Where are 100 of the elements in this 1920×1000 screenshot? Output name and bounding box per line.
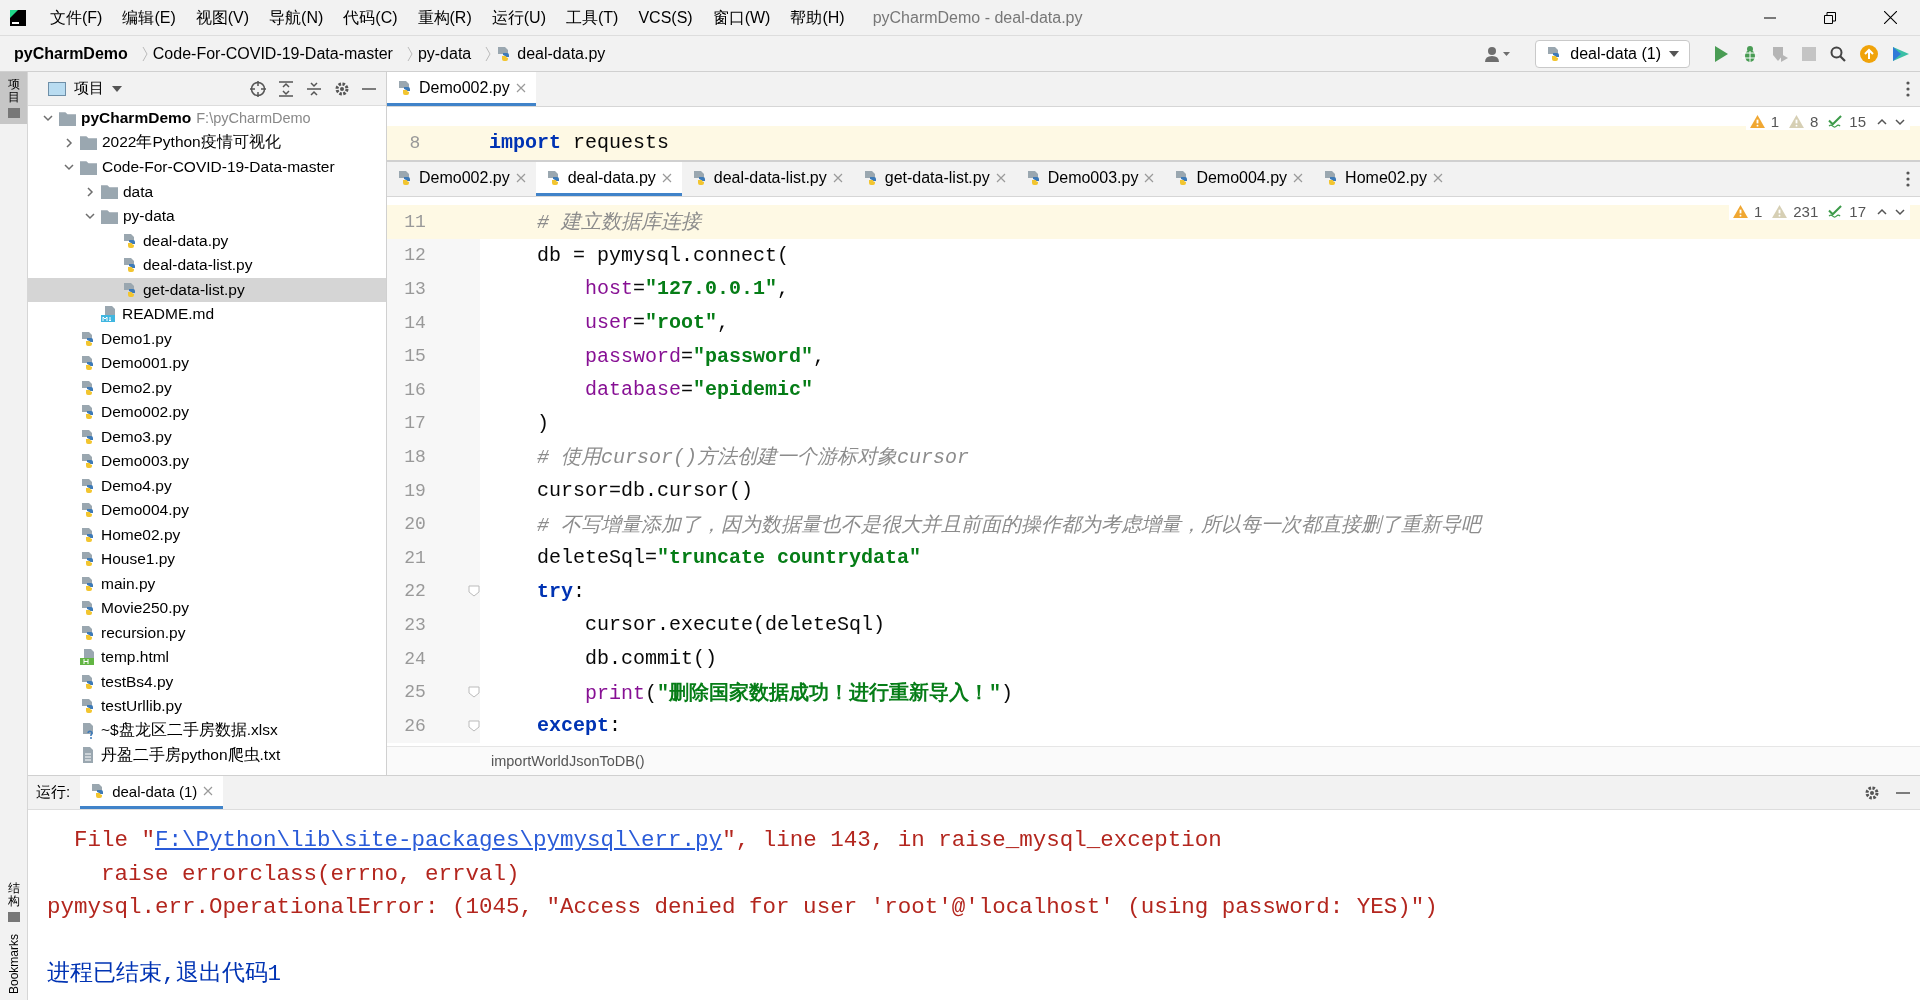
chevron-right-icon[interactable] xyxy=(84,185,96,198)
tree-item[interactable]: Demo001.py xyxy=(28,351,386,376)
tree-item[interactable]: testBs4.py xyxy=(28,669,386,694)
line-number: 22 xyxy=(403,581,427,602)
tool-window-tab[interactable]: 结构 xyxy=(0,875,27,928)
menu-item[interactable]: 运行(U) xyxy=(481,0,556,35)
tool-window-tab[interactable]: Bookmarks xyxy=(0,927,27,1000)
tree-item[interactable]: get-data-list.py xyxy=(28,277,386,302)
check-icon[interactable] xyxy=(1828,205,1844,218)
editor-tab[interactable]: Demo002.py xyxy=(387,72,536,106)
menu-item[interactable]: 代码(C) xyxy=(333,0,408,35)
code-line: password="password", xyxy=(584,344,826,368)
tree-item[interactable]: Home02.py xyxy=(28,522,386,547)
tree-item[interactable]: Code-For-COVID-19-Data-master xyxy=(28,155,386,180)
tree-item[interactable]: deal-data.py xyxy=(28,228,386,253)
caret-icon xyxy=(112,85,122,92)
editor-tab[interactable]: Demo004.py xyxy=(1164,162,1314,196)
tree-item[interactable]: deal-data-list.py xyxy=(28,253,386,278)
line-number: 13 xyxy=(403,279,427,299)
code-breadcrumb[interactable]: importWorldJsonToDB() xyxy=(491,753,645,770)
close-icon[interactable] xyxy=(1883,11,1897,24)
python-file-icon xyxy=(80,428,96,445)
settings-icon[interactable] xyxy=(1864,784,1880,801)
user-icon[interactable] xyxy=(1485,45,1512,62)
tree-item-label: Code-For-COVID-19-Data-master xyxy=(102,158,335,177)
tree-item[interactable]: Demo4.py xyxy=(28,473,386,498)
tree-item[interactable]: temp.html xyxy=(28,645,386,670)
tree-item[interactable]: main.py xyxy=(28,571,386,596)
markdown-file-icon xyxy=(101,306,117,323)
tree-item[interactable]: Demo2.py xyxy=(28,375,386,400)
breadcrumb-item[interactable]: Code-For-COVID-19-Data-master xyxy=(152,44,393,63)
expand-all-icon[interactable] xyxy=(278,80,294,97)
breadcrumb-item[interactable]: pyCharmDemo xyxy=(14,44,128,63)
warning-icon[interactable] xyxy=(1749,115,1765,128)
tree-item[interactable]: pyCharmDemo F:\pyCharmDemo xyxy=(28,106,386,131)
search-icon[interactable] xyxy=(1830,45,1846,62)
python-file-icon xyxy=(691,169,708,186)
menu-item[interactable]: 视图(V) xyxy=(185,0,260,35)
python-file-icon xyxy=(80,526,96,543)
python-file-icon xyxy=(80,673,96,690)
menu-item[interactable]: 文件(F) xyxy=(40,0,113,35)
editor-tab[interactable]: deal-data-list.py xyxy=(681,162,853,196)
menu-item[interactable]: 工具(T) xyxy=(555,0,629,35)
warning-icon[interactable] xyxy=(1732,205,1748,218)
menu-item[interactable]: 导航(N) xyxy=(259,0,334,35)
tree-item[interactable]: Demo003.py xyxy=(28,449,386,474)
code-line: try: xyxy=(536,579,586,603)
tree-item[interactable]: Movie250.py xyxy=(28,596,386,621)
collapse-all-icon[interactable] xyxy=(306,80,322,97)
line-number: 20 xyxy=(403,514,427,535)
tool-window-tab[interactable]: 项目 xyxy=(0,72,27,125)
line-number: 21 xyxy=(403,547,427,568)
tree-item[interactable]: data xyxy=(28,179,386,204)
tree-item-label: Movie250.py xyxy=(101,599,189,618)
python-file-icon xyxy=(862,169,879,186)
file-link[interactable]: F:\Python\lib\site-packages\pymysql\err.py xyxy=(155,827,723,854)
check-icon[interactable] xyxy=(1828,115,1844,128)
tree-item-label: testUrllib.py xyxy=(101,697,182,716)
menu-item[interactable]: 窗口(W) xyxy=(702,0,781,35)
bug-icon[interactable] xyxy=(1742,45,1758,62)
menu-item[interactable]: 帮助(H) xyxy=(780,0,855,35)
more-icon[interactable] xyxy=(1906,81,1910,97)
tree-item[interactable]: testUrllib.py xyxy=(28,694,386,719)
project-view-dropdown[interactable]: 项目 xyxy=(42,78,128,99)
chevron-right-icon[interactable] xyxy=(63,136,75,149)
tree-item[interactable]: ~$盘龙区二手房数据.xlsx xyxy=(28,718,386,743)
logo-icon[interactable] xyxy=(1892,44,1910,63)
menu-item[interactable]: 重构(R) xyxy=(407,0,482,35)
editor-tab[interactable]: Demo003.py xyxy=(1015,162,1165,196)
tree-item[interactable]: recursion.py xyxy=(28,620,386,645)
breadcrumb-item[interactable]: py-data xyxy=(417,44,472,63)
line-number: 18 xyxy=(403,446,427,467)
editor-tab[interactable]: Home02.py xyxy=(1313,162,1453,196)
line-number: 11 xyxy=(403,211,427,232)
tree-item[interactable]: Demo3.py xyxy=(28,424,386,449)
window-icon xyxy=(48,81,66,96)
line-number: 15 xyxy=(403,346,427,367)
line-number: 24 xyxy=(403,648,427,669)
editor-tab[interactable]: deal-data.py xyxy=(535,162,682,196)
run-config-dropdown[interactable]: deal-data (1) xyxy=(1535,39,1690,68)
more-icon[interactable] xyxy=(1906,171,1910,187)
tree-item[interactable]: Demo002.py xyxy=(28,400,386,425)
breadcrumb-item[interactable]: deal-data.py xyxy=(517,44,606,63)
tree-item[interactable]: py-data xyxy=(28,204,386,229)
menu-item[interactable]: VCS(S) xyxy=(628,0,703,35)
tree-item[interactable]: Demo004.py xyxy=(28,498,386,523)
tree-item[interactable]: Demo1.py xyxy=(28,326,386,351)
tree-item[interactable]: House1.py xyxy=(28,547,386,572)
tree-item[interactable]: README.md xyxy=(28,302,386,327)
menu-item[interactable]: 编辑(E) xyxy=(112,0,186,35)
restore-icon[interactable] xyxy=(1824,11,1836,24)
editor-tab[interactable]: Demo002.py xyxy=(387,162,536,196)
crosshair-icon[interactable] xyxy=(250,80,266,97)
run-icon[interactable] xyxy=(1714,45,1728,62)
tree-item[interactable]: 2022年Python疫情可视化 xyxy=(28,130,386,155)
tree-item[interactable]: 丹盈二手房python爬虫.txt xyxy=(28,743,386,768)
settings-icon[interactable] xyxy=(334,80,350,97)
editor-tab[interactable]: get-data-list.py xyxy=(852,162,1016,196)
update-icon[interactable] xyxy=(1860,44,1878,63)
run-tab[interactable]: deal-data (1) xyxy=(80,776,224,810)
